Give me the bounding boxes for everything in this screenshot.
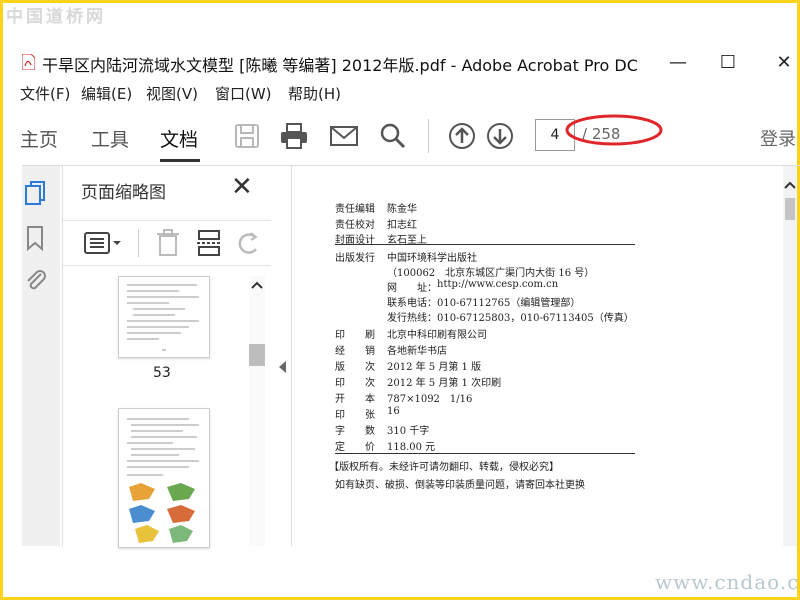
value-sheets: 16 bbox=[387, 406, 400, 417]
options-menu-icon[interactable] bbox=[83, 231, 123, 255]
title-bar: 干旱区内陆河流域水文模型 [陈曦 等编著] 2012年版.pdf - Adobe… bbox=[22, 48, 800, 78]
thumbnail-page-number: 53 bbox=[153, 365, 171, 381]
panel-toolbar bbox=[63, 220, 271, 266]
tab-home[interactable]: 主页 bbox=[20, 125, 58, 152]
label-format: 开 本 bbox=[335, 394, 375, 405]
tab-document[interactable]: 文档 bbox=[160, 125, 198, 152]
maximize-icon: ☐ bbox=[719, 51, 737, 73]
value-format: 787×1092 1/16 bbox=[387, 394, 473, 405]
tab-tools[interactable]: 工具 bbox=[91, 125, 129, 152]
copyright-notice: 【版权所有。未经许可请勿翻印、转载，侵权必究】 bbox=[329, 462, 559, 473]
label-edition: 版 次 bbox=[335, 362, 375, 373]
label-proof: 责任校对 bbox=[335, 220, 375, 231]
thumbnail-scroll-thumb[interactable] bbox=[249, 344, 265, 366]
menu-view[interactable]: 视图(V) bbox=[146, 83, 198, 104]
value-hotline: 010-67125803，010-67113405（传真） bbox=[437, 313, 634, 324]
value-phone: 010-67112765（编辑管理部） bbox=[437, 298, 581, 309]
thumbnail-panel: 页面缩略图 ✕ 53 bbox=[62, 166, 271, 548]
panel-separator bbox=[138, 229, 139, 257]
pdf-file-icon bbox=[22, 54, 35, 70]
label-sell: 经 销 bbox=[335, 346, 375, 357]
value-editor: 陈金华 bbox=[387, 204, 417, 215]
value-proof: 扣志红 bbox=[387, 220, 417, 231]
page-thumbnail-next[interactable] bbox=[118, 408, 210, 548]
minimize-icon: — bbox=[669, 51, 687, 73]
bookmark-icon[interactable] bbox=[22, 224, 50, 252]
label-phone: 联系电话： bbox=[387, 298, 437, 309]
page-thumbnail-53[interactable] bbox=[118, 276, 210, 358]
main-toolbar: 主页 工具 文档 4 / 258 登录 bbox=[20, 107, 800, 166]
value-words: 310 千字 bbox=[387, 426, 430, 437]
close-window-button[interactable]: ✕ bbox=[764, 48, 800, 76]
panel-close-button[interactable]: ✕ bbox=[231, 174, 253, 200]
print-icon[interactable] bbox=[279, 121, 309, 151]
search-icon[interactable] bbox=[378, 121, 408, 151]
value-address: （100062 北京东城区广渠门内大街 16 号） bbox=[387, 268, 595, 279]
thumbnail-map-content bbox=[127, 418, 199, 543]
page-up-icon[interactable] bbox=[447, 121, 477, 151]
value-publisher: 中国环境科学出版社 bbox=[387, 253, 477, 264]
menu-edit[interactable]: 编辑(E) bbox=[81, 83, 132, 104]
attachment-icon[interactable] bbox=[22, 266, 50, 294]
page-down-icon[interactable] bbox=[485, 121, 515, 151]
thumbnail-text-lines bbox=[127, 284, 199, 351]
insert-page-icon[interactable] bbox=[196, 229, 222, 257]
collapse-panel-icon[interactable] bbox=[279, 361, 286, 373]
document-scroll-thumb[interactable] bbox=[785, 198, 795, 220]
label-sheets: 印 张 bbox=[335, 410, 375, 421]
menu-window[interactable]: 窗口(W) bbox=[215, 83, 272, 104]
page-thumbnails-icon[interactable] bbox=[22, 180, 50, 208]
close-icon: ✕ bbox=[776, 51, 792, 73]
trash-icon[interactable] bbox=[155, 229, 181, 257]
value-print: 北京中科印刷有限公司 bbox=[387, 330, 487, 341]
divider-1 bbox=[335, 244, 635, 245]
document-view: 责任编辑 陈金华 责任校对 扣志红 封面设计 玄石至上 出版发行 中国环境科学出… bbox=[291, 166, 784, 546]
label-editor: 责任编辑 bbox=[335, 204, 375, 215]
value-website: http://www.cesp.com.cn bbox=[437, 279, 559, 290]
label-print: 印 刷 bbox=[335, 330, 375, 341]
label-price: 定 价 bbox=[335, 442, 375, 453]
window-title: 干旱区内陆河流域水文模型 [陈曦 等编著] 2012年版.pdf - Adobe… bbox=[42, 56, 638, 75]
divider-2 bbox=[335, 453, 635, 454]
label-impression: 印 次 bbox=[335, 378, 375, 389]
quality-notice: 如有缺页、破损、倒装等印装质量问题，请寄回本社更换 bbox=[335, 480, 585, 491]
label-words: 字 数 bbox=[335, 426, 375, 437]
highlight-annotation bbox=[565, 114, 663, 146]
save-icon[interactable] bbox=[232, 121, 262, 151]
document-scrollbar[interactable] bbox=[783, 166, 797, 546]
watermark-top: 中国道桥网 bbox=[6, 7, 106, 27]
value-impression: 2012 年 5 月第 1 次印刷 bbox=[387, 378, 502, 389]
email-icon[interactable] bbox=[329, 121, 359, 151]
toolbar-separator bbox=[428, 119, 429, 153]
watermark-bottom: www.cndao.com bbox=[655, 570, 800, 594]
minimize-button[interactable]: — bbox=[658, 48, 698, 76]
label-publisher: 出版发行 bbox=[335, 253, 375, 264]
maximize-button[interactable]: ☐ bbox=[708, 48, 748, 76]
value-sell: 各地新华书店 bbox=[387, 346, 447, 357]
navigation-rail bbox=[22, 166, 60, 546]
label-hotline: 发行热线： bbox=[387, 313, 437, 324]
menu-file[interactable]: 文件(F) bbox=[20, 83, 70, 104]
value-edition: 2012 年 5 月第 1 版 bbox=[387, 362, 482, 373]
thumbnail-scrollbar[interactable] bbox=[249, 276, 265, 546]
panel-title: 页面缩略图 bbox=[81, 183, 166, 203]
menu-help[interactable]: 帮助(H) bbox=[288, 83, 341, 104]
active-tab-indicator bbox=[160, 159, 200, 162]
doc-scroll-up-icon[interactable] bbox=[784, 180, 796, 190]
scroll-up-icon[interactable] bbox=[251, 280, 263, 290]
label-website: 网 址： bbox=[387, 283, 437, 294]
rotate-icon[interactable] bbox=[235, 229, 261, 257]
value-price: 118.00 元 bbox=[387, 442, 436, 453]
login-link[interactable]: 登录 bbox=[760, 125, 796, 151]
